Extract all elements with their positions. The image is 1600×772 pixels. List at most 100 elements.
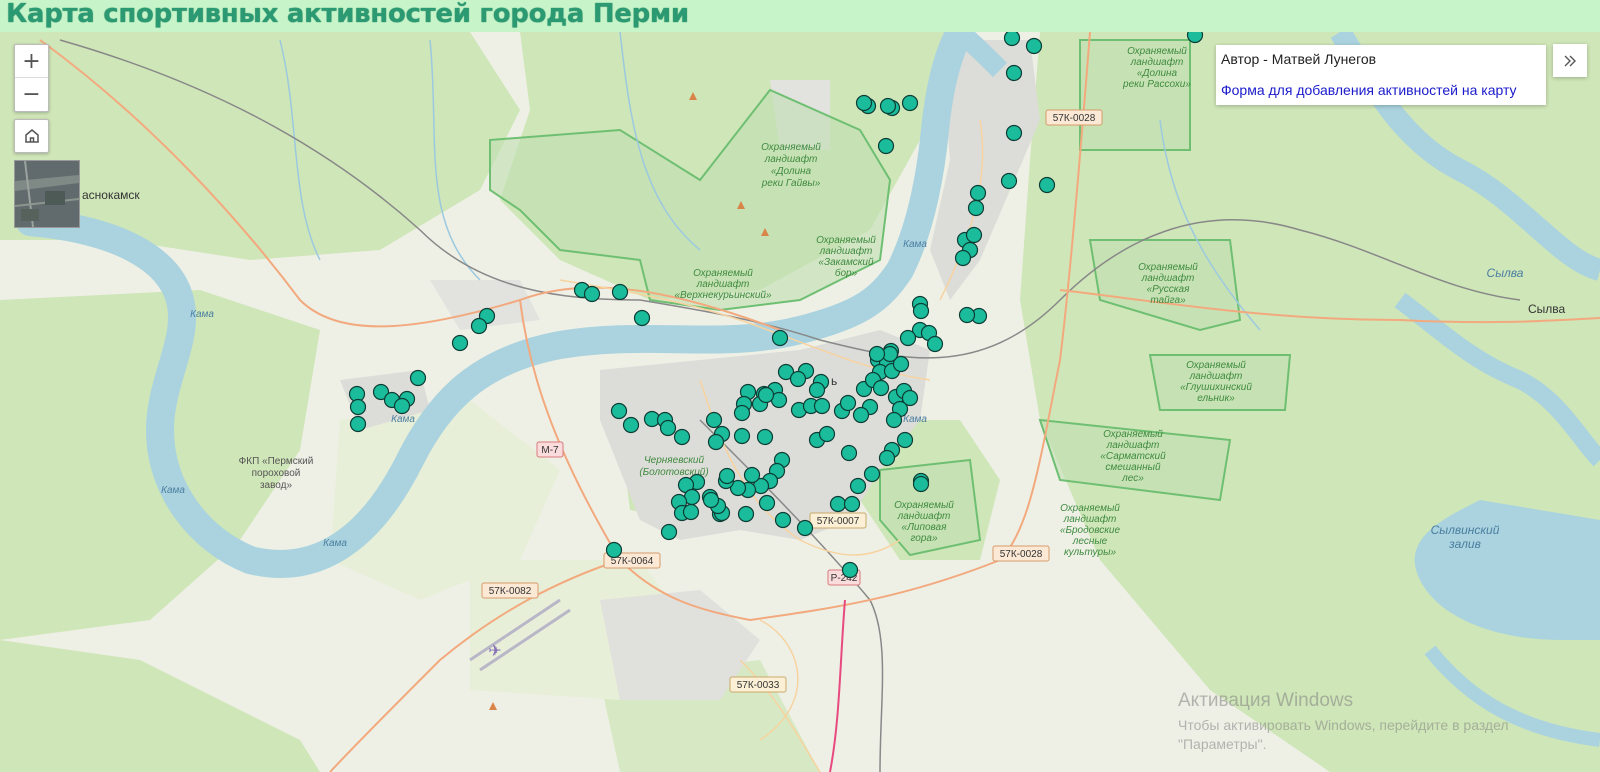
activity-marker[interactable] bbox=[969, 184, 987, 202]
svg-text:«Бродовские: «Бродовские bbox=[1060, 525, 1121, 536]
activity-marker[interactable] bbox=[840, 444, 858, 462]
author-text: Автор - Матвей Лунегов bbox=[1221, 51, 1377, 67]
svg-text:бор»: бор» bbox=[835, 267, 858, 279]
activity-marker[interactable] bbox=[737, 505, 755, 523]
activity-marker[interactable] bbox=[660, 523, 678, 541]
activity-marker[interactable] bbox=[705, 411, 723, 429]
activity-marker[interactable] bbox=[1005, 64, 1023, 82]
activity-marker[interactable] bbox=[967, 199, 985, 217]
activity-marker[interactable] bbox=[757, 386, 775, 404]
activity-marker[interactable] bbox=[839, 394, 857, 412]
activity-marker[interactable] bbox=[879, 97, 897, 115]
activity-marker[interactable] bbox=[718, 467, 736, 485]
activity-marker[interactable] bbox=[796, 519, 814, 537]
activity-marker[interactable] bbox=[470, 317, 488, 335]
activity-marker[interactable] bbox=[855, 94, 873, 112]
map-view[interactable]: ✈ Кама Кама Кама Кама Кама Кама Сылва Сы… bbox=[0, 32, 1600, 772]
activity-marker[interactable] bbox=[877, 137, 895, 155]
activity-marker[interactable] bbox=[743, 466, 761, 484]
sylvinsky-bay-line1: Сылвинский bbox=[1431, 523, 1500, 537]
svg-text:завод»: завод» bbox=[260, 480, 293, 491]
activity-marker[interactable] bbox=[841, 561, 859, 579]
activity-marker[interactable] bbox=[682, 503, 700, 521]
activity-marker[interactable] bbox=[863, 465, 881, 483]
svg-text:«Верхнекурьинский»: «Верхнекурьинский» bbox=[674, 290, 772, 301]
activity-marker[interactable] bbox=[896, 431, 914, 449]
svg-text:ландшафт: ландшафт bbox=[696, 278, 750, 290]
svg-text:Черняевский: Черняевский bbox=[644, 455, 705, 466]
zoom-in-button[interactable]: + bbox=[15, 45, 48, 77]
activity-marker[interactable] bbox=[1003, 32, 1021, 47]
road-shield-57k0007: 57К-0007 bbox=[809, 512, 867, 529]
activity-marker[interactable] bbox=[349, 415, 367, 433]
header-bar: Карта спортивных активностей города Перм… bbox=[0, 0, 1600, 33]
activity-marker[interactable] bbox=[707, 433, 725, 451]
collapse-panel-button[interactable] bbox=[1553, 44, 1587, 77]
activity-marker[interactable] bbox=[789, 370, 807, 388]
activity-marker[interactable] bbox=[872, 379, 890, 397]
activity-marker[interactable] bbox=[633, 309, 651, 327]
place-sylva: Сылва bbox=[1528, 302, 1566, 316]
watermark-text: Чтобы активировать Windows, перейдите в … bbox=[1178, 717, 1509, 752]
activity-marker[interactable] bbox=[733, 404, 751, 422]
activity-marker[interactable] bbox=[1038, 176, 1056, 194]
activity-marker[interactable] bbox=[622, 416, 640, 434]
activity-marker[interactable] bbox=[409, 369, 427, 387]
activity-marker[interactable] bbox=[393, 397, 411, 415]
activity-marker[interactable] bbox=[808, 381, 826, 399]
activity-marker[interactable] bbox=[1186, 32, 1204, 44]
activity-marker[interactable] bbox=[849, 477, 867, 495]
activity-marker[interactable] bbox=[852, 406, 870, 424]
activity-marker[interactable] bbox=[843, 495, 861, 513]
svg-text:ландшафт: ландшафт bbox=[1063, 513, 1117, 525]
activity-marker[interactable] bbox=[1000, 172, 1018, 190]
add-activity-form-link[interactable]: Форма для добавления активностей на карт… bbox=[1221, 82, 1517, 98]
svg-text:57К-0064: 57К-0064 bbox=[611, 556, 654, 567]
activity-marker[interactable] bbox=[965, 226, 983, 244]
zoom-out-button[interactable]: − bbox=[15, 77, 48, 110]
activity-marker[interactable] bbox=[774, 511, 792, 529]
kama-label-2: Кама bbox=[391, 414, 415, 425]
activity-marker[interactable] bbox=[673, 428, 691, 446]
activity-marker[interactable] bbox=[954, 249, 972, 267]
activity-marker[interactable] bbox=[912, 302, 930, 320]
svg-text:Охраняемый: Охраняемый bbox=[1186, 360, 1246, 371]
activity-marker[interactable] bbox=[583, 285, 601, 303]
activity-marker[interactable] bbox=[926, 335, 944, 353]
activity-marker[interactable] bbox=[771, 329, 789, 347]
svg-text:ландшафт: ландшафт bbox=[1106, 439, 1160, 451]
activity-marker[interactable] bbox=[758, 494, 776, 512]
info-panel: Автор - Матвей Лунегов Форма для добавле… bbox=[1216, 45, 1546, 105]
home-button[interactable] bbox=[14, 119, 49, 153]
activity-marker[interactable] bbox=[349, 398, 367, 416]
activity-marker[interactable] bbox=[756, 428, 774, 446]
svg-text:лесные: лесные bbox=[1072, 536, 1108, 547]
activity-marker[interactable] bbox=[611, 283, 629, 301]
activity-marker[interactable] bbox=[813, 397, 831, 415]
activity-marker[interactable] bbox=[901, 94, 919, 112]
kama-label-6: Кама bbox=[903, 414, 927, 425]
activity-marker[interactable] bbox=[912, 475, 930, 493]
activity-marker[interactable] bbox=[958, 306, 976, 324]
activity-marker[interactable] bbox=[878, 449, 896, 467]
activity-marker[interactable] bbox=[610, 402, 628, 420]
activity-marker[interactable] bbox=[702, 491, 720, 509]
activity-marker[interactable] bbox=[659, 419, 677, 437]
activity-marker[interactable] bbox=[829, 495, 847, 513]
activity-marker[interactable] bbox=[1025, 37, 1043, 55]
activity-marker[interactable] bbox=[818, 425, 836, 443]
svg-text:✈: ✈ bbox=[488, 641, 501, 660]
activity-marker[interactable] bbox=[885, 411, 903, 429]
svg-text:«Долина: «Долина bbox=[771, 166, 812, 177]
activity-marker[interactable] bbox=[605, 541, 623, 559]
activity-marker[interactable] bbox=[1005, 124, 1023, 142]
activity-marker[interactable] bbox=[899, 329, 917, 347]
park-brodovskie-label: Охраняемый ландшафт «Бродовские лесные к… bbox=[1060, 503, 1121, 558]
activity-marker[interactable] bbox=[733, 427, 751, 445]
activity-marker[interactable] bbox=[451, 334, 469, 352]
basemap-toggle[interactable] bbox=[14, 160, 80, 228]
activity-marker[interactable] bbox=[868, 345, 886, 363]
svg-text:гора»: гора» bbox=[910, 533, 938, 544]
home-icon bbox=[24, 129, 39, 143]
svg-text:Охраняемый: Охраняемый bbox=[894, 500, 954, 511]
